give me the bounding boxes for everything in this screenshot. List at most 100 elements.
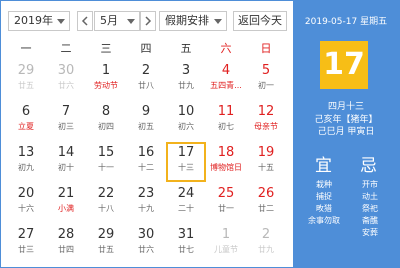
lunar-label: 十五 (258, 163, 274, 172)
day-cell[interactable]: 3 廿九 (166, 60, 206, 100)
day-cell[interactable]: 16 十二 (126, 142, 166, 182)
day-number: 1 (101, 63, 111, 78)
day-number: 31 (177, 227, 195, 242)
day-cell[interactable]: 7 初三 (46, 101, 86, 141)
day-cell[interactable]: 13 初九 (6, 142, 46, 182)
holiday-select[interactable]: 假期安排 (159, 11, 227, 31)
day-number: 24 (177, 186, 195, 201)
day-cell[interactable]: 1 劳动节 (86, 60, 126, 100)
lunar-label: 立夏 (18, 122, 34, 131)
day-number: 10 (177, 104, 195, 119)
day-cell-today[interactable]: 17 十三 (166, 142, 206, 182)
day-cell[interactable]: 30 廿六 (126, 224, 166, 264)
big-day-number: 17 (320, 41, 368, 89)
lunar-label: 初一 (258, 81, 274, 90)
day-cell[interactable]: 20 十六 (6, 183, 46, 223)
chevron-down-icon (57, 19, 65, 24)
lunar-label: 廿六 (58, 81, 74, 90)
day-cell[interactable]: 19 十五 (246, 142, 286, 182)
day-cell[interactable]: 23 十九 (126, 183, 166, 223)
ji-heading: 忌 (360, 156, 377, 176)
year-select[interactable]: 2019年 (8, 11, 70, 31)
day-cell[interactable]: 8 初四 (86, 101, 126, 141)
day-number: 14 (57, 145, 75, 160)
yi-item: 栽种 (316, 180, 332, 189)
day-cell[interactable]: 26 廿二 (246, 183, 286, 223)
lunar-label: 廿七 (178, 245, 194, 254)
lunar-label: 儿童节 (214, 245, 238, 254)
day-cell[interactable]: 1 儿童节 (206, 224, 246, 264)
lunar-label: 二十 (178, 204, 194, 213)
lunar-label: 初三 (58, 122, 74, 131)
day-cell[interactable]: 4 五四青... (206, 60, 246, 100)
day-number: 17 (177, 145, 195, 160)
lunar-label: 十八 (98, 204, 114, 213)
lunar-label: 廿三 (18, 245, 34, 254)
day-cell[interactable]: 6 立夏 (6, 101, 46, 141)
day-number: 25 (217, 186, 235, 201)
yi-heading: 宜 (315, 156, 332, 176)
selected-date-label: 2019-05-17 星期五 (304, 17, 388, 27)
prev-month-button[interactable] (77, 11, 93, 31)
lunar-label: 初六 (178, 122, 194, 131)
weekday-label: 一 (20, 42, 32, 55)
day-cell[interactable]: 21 小满 (46, 183, 86, 223)
day-number: 3 (181, 63, 191, 78)
chevron-down-icon (214, 19, 222, 24)
day-cell[interactable]: 15 十一 (86, 142, 126, 182)
day-cell[interactable]: 24 二十 (166, 183, 206, 223)
lunar-date: 四月十三 (327, 102, 364, 112)
day-cell[interactable]: 29 廿五 (6, 60, 46, 100)
day-number: 19 (257, 145, 275, 160)
ganzhi-day: 己巳月 甲寅日 (317, 127, 375, 137)
lunar-label: 廿八 (138, 81, 154, 90)
chevron-left-icon (81, 16, 88, 26)
lunar-label: 小满 (58, 204, 74, 213)
day-number: 22 (97, 186, 115, 201)
day-cell[interactable]: 9 初五 (126, 101, 166, 141)
lunar-label: 廿四 (58, 245, 74, 254)
day-number: 4 (221, 63, 231, 78)
yi-item: 余事勿取 (308, 216, 340, 225)
day-cell[interactable]: 10 初六 (166, 101, 206, 141)
day-number: 1 (221, 227, 231, 242)
ji-item: 斋醮 (362, 216, 378, 225)
back-to-today-button[interactable]: 返回今天 (233, 11, 287, 31)
day-number: 5 (261, 63, 271, 78)
day-cell[interactable]: 28 廿四 (46, 224, 86, 264)
day-cell[interactable]: 30 廿六 (46, 60, 86, 100)
month-select[interactable]: 5月 (94, 11, 140, 31)
day-cell[interactable]: 25 廿一 (206, 183, 246, 223)
next-month-button[interactable] (140, 11, 156, 31)
lunar-label: 十一 (98, 163, 114, 172)
day-cell[interactable]: 2 廿八 (126, 60, 166, 100)
weekday-label: 二 (60, 42, 72, 55)
day-cell[interactable]: 29 廿五 (86, 224, 126, 264)
weekday-label: 四 (140, 42, 152, 55)
weekday-label: 六 (220, 42, 232, 55)
ji-item: 动土 (362, 192, 378, 201)
day-number: 30 (57, 63, 75, 78)
lunar-label: 廿一 (218, 204, 234, 213)
day-cell[interactable]: 5 初一 (246, 60, 286, 100)
day-number: 29 (17, 63, 35, 78)
day-cell[interactable]: 18 博物馆日 (206, 142, 246, 182)
day-number: 6 (21, 104, 31, 119)
day-cell[interactable]: 11 初七 (206, 101, 246, 141)
day-cell[interactable]: 14 初十 (46, 142, 86, 182)
day-cell[interactable]: 31 廿七 (166, 224, 206, 264)
lunar-label: 十三 (178, 163, 194, 172)
day-number: 23 (137, 186, 155, 201)
day-number: 16 (137, 145, 155, 160)
yi-list: 栽种 捕捉 畋猎 余事勿取 (304, 179, 344, 227)
lunar-label: 廿六 (138, 245, 154, 254)
day-cell[interactable]: 2 廿九 (246, 224, 286, 264)
ji-item: 祭祀 (362, 204, 378, 213)
lunar-label: 博物馆日 (210, 163, 242, 172)
chevron-right-icon (145, 16, 152, 26)
day-cell[interactable]: 22 十八 (86, 183, 126, 223)
day-cell[interactable]: 12 母亲节 (246, 101, 286, 141)
day-cell[interactable]: 27 廿三 (6, 224, 46, 264)
day-number: 9 (141, 104, 151, 119)
lunar-label: 初五 (138, 122, 154, 131)
